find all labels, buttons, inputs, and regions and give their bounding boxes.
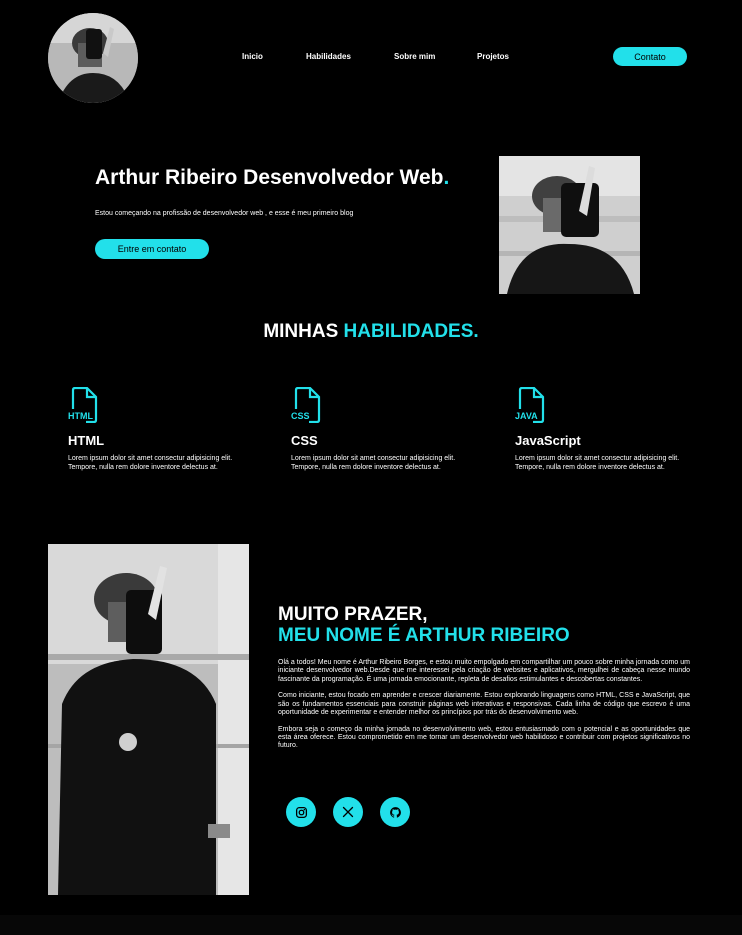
skill-description: Lorem ipsum dolor sit amet consectur adi…: [291, 455, 456, 471]
about-heading-name: MEU NOME É ARTHUR RIBEIRO: [278, 625, 570, 646]
hero-subtitle: Estou começando na profissão de desenvol…: [95, 210, 354, 217]
nav-link-sobre-mim[interactable]: Sobre mim: [394, 52, 435, 61]
about-photo: [48, 544, 249, 895]
skills-title-highlight: HABILIDADES.: [343, 321, 479, 342]
hero-title-text: Arthur Ribeiro Desenvolvedor Web: [95, 166, 444, 189]
x-twitter-button[interactable]: [333, 797, 363, 827]
hero-title-dot: .: [443, 166, 450, 189]
skill-name: CSS: [291, 433, 318, 448]
skills-title-prefix: MINHAS: [263, 321, 344, 342]
instagram-icon: [295, 806, 307, 818]
about-heading: MUITO PRAZER,: [278, 604, 428, 625]
hero-photo: [499, 156, 640, 294]
profile-avatar: [48, 13, 138, 103]
skill-tag: CSS: [291, 411, 310, 421]
hero-title: Arthur Ribeiro Desenvolvedor Web.: [95, 166, 449, 190]
html-file-icon: HTML: [68, 387, 98, 423]
x-icon: [342, 806, 354, 818]
css-file-icon: CSS: [291, 387, 321, 423]
skill-description: Lorem ipsum dolor sit amet consectur adi…: [68, 455, 233, 471]
nav-link-projetos[interactable]: Projetos: [477, 52, 509, 61]
skill-card-css: CSS CSS Lorem ipsum dolor sit amet conse…: [291, 387, 461, 472]
get-in-touch-button[interactable]: Entre em contato: [95, 239, 209, 259]
nav-link-habilidades[interactable]: Habilidades: [306, 52, 351, 61]
about-paragraph: Olá a todos! Meu nome é Arthur Ribeiro B…: [278, 659, 690, 683]
skill-description: Lorem ipsum dolor sit amet consectur adi…: [515, 455, 680, 471]
instagram-button[interactable]: [286, 797, 316, 827]
about-paragraph: Como iniciante, estou focado em aprender…: [278, 692, 690, 716]
about-paragraph: Embora seja o começo da minha jornada no…: [278, 725, 690, 750]
github-icon: [389, 806, 401, 818]
skill-name: HTML: [68, 433, 105, 448]
java-file-icon: JAVA: [515, 387, 545, 423]
github-button[interactable]: [380, 797, 410, 827]
nav-link-inicio[interactable]: Inicio: [242, 52, 263, 61]
footer-bar: [0, 915, 742, 935]
skill-card-javascript: JAVA JavaScript Lorem ipsum dolor sit am…: [515, 387, 685, 472]
skills-title: MINHAS HABILIDADES.: [0, 321, 742, 343]
skill-tag: JAVA: [515, 411, 538, 421]
contact-button[interactable]: Contato: [613, 47, 687, 66]
skill-name: JavaScript: [515, 433, 581, 448]
skill-card-html: HTML HTML Lorem ipsum dolor sit amet con…: [68, 387, 238, 472]
about-text: Olá a todos! Meu nome é Arthur Ribeiro B…: [278, 659, 690, 759]
skill-tag: HTML: [68, 411, 93, 421]
